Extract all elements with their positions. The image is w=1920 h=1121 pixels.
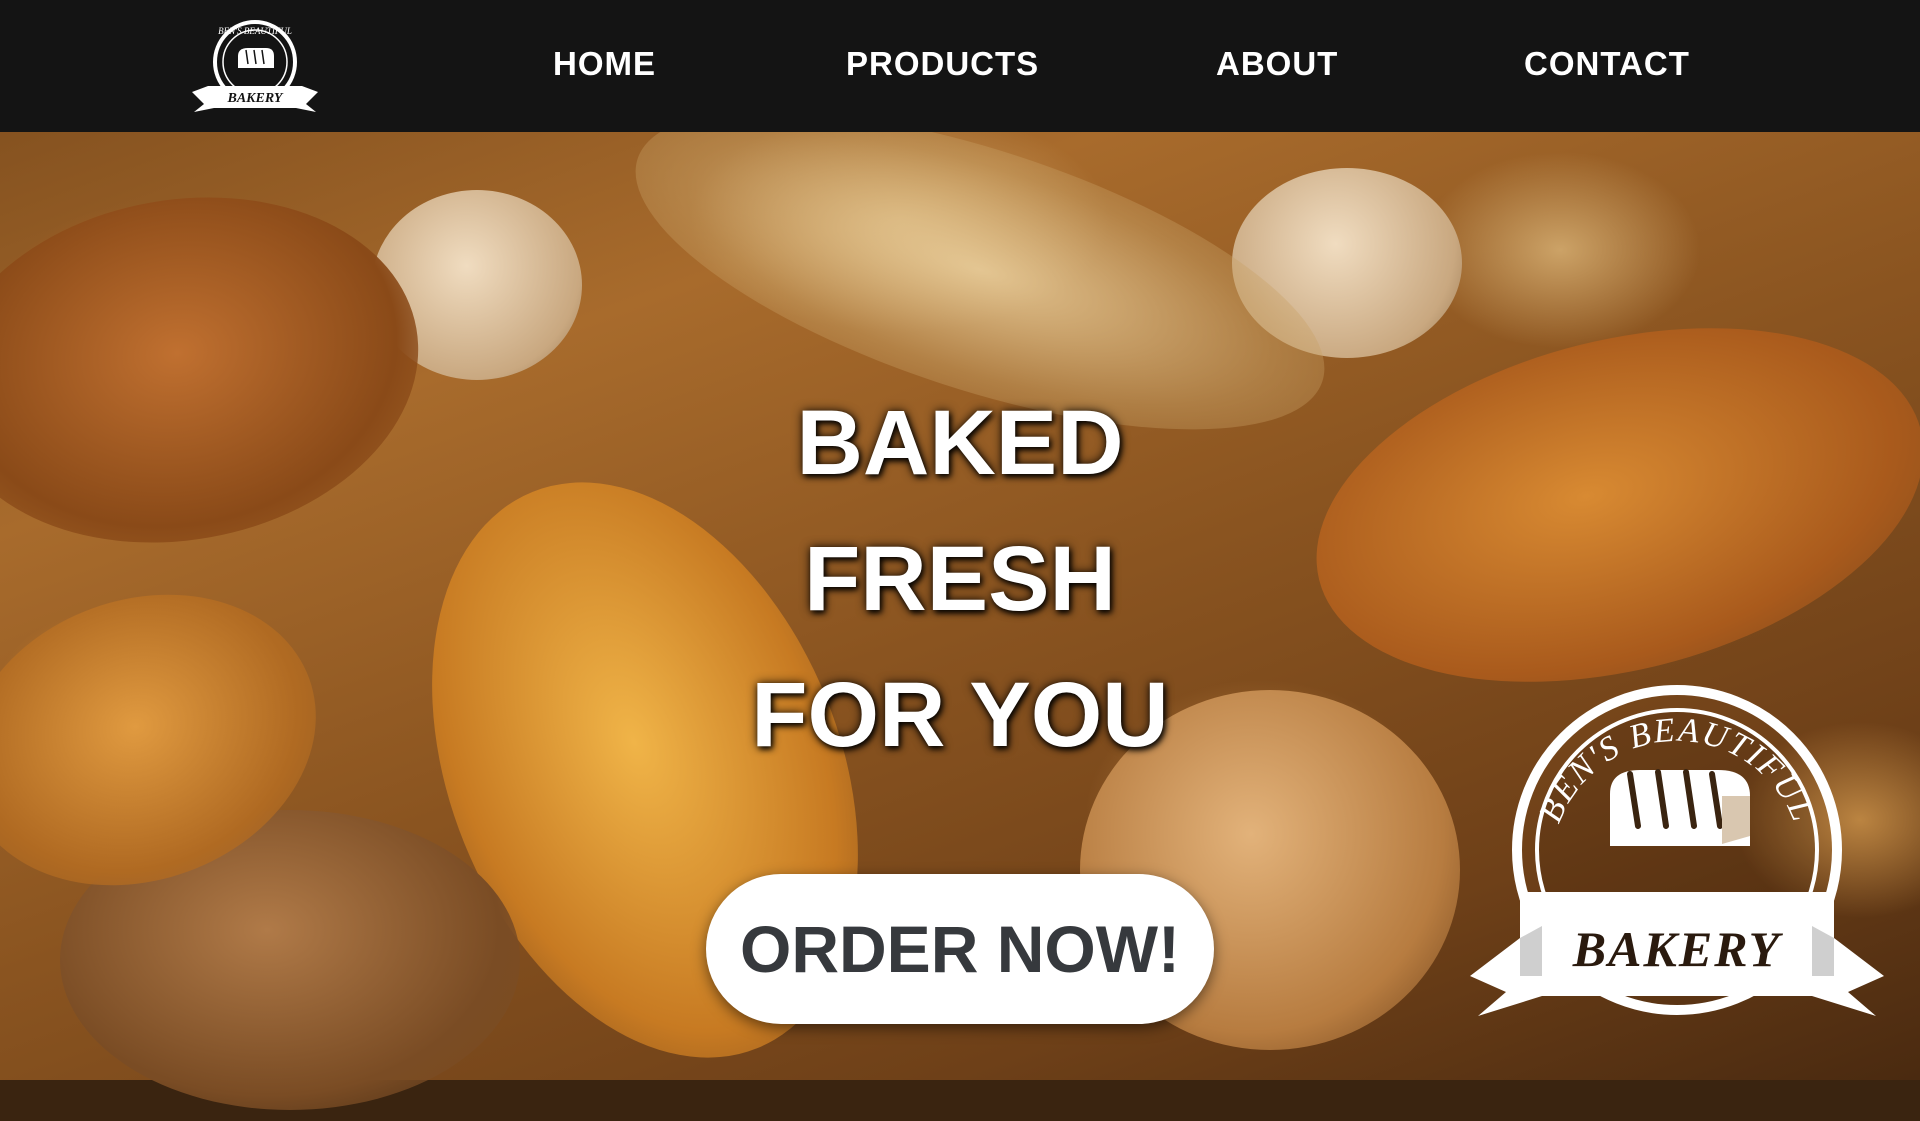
svg-text:BEN'S BEAUTIFUL: BEN'S BEAUTIFUL <box>218 26 292 36</box>
bread-loaf-icon <box>1610 769 1750 846</box>
nav-link-contact[interactable]: CONTACT <box>1524 40 1690 88</box>
headline-line-1: BAKED <box>796 392 1124 494</box>
headline-line-3: FOR YOU <box>751 664 1169 766</box>
headline-line-2: FRESH <box>804 528 1116 630</box>
order-now-button[interactable]: ORDER NOW! <box>706 874 1214 1024</box>
svg-text:BAKERY: BAKERY <box>1572 921 1784 977</box>
bread-loaf-icon <box>238 48 274 68</box>
top-navigation-bar: BEN'S BEAUTIFUL BAKERY HOME PRODUCTS ABO… <box>0 0 1920 132</box>
nav-link-products[interactable]: PRODUCTS <box>846 40 1039 88</box>
hero-headline: BAKED FRESH FOR YOU <box>660 375 1260 783</box>
croissant-decoration-3 <box>0 160 446 580</box>
nav-link-about[interactable]: ABOUT <box>1216 40 1338 88</box>
bakery-logo-large: BEN'S BEAUTIFUL BAKERY <box>1470 685 1884 1016</box>
nav-link-home[interactable]: HOME <box>553 40 656 88</box>
svg-text:BAKERY: BAKERY <box>227 91 284 106</box>
bakery-logo-small[interactable]: BEN'S BEAUTIFUL BAKERY <box>188 12 322 120</box>
